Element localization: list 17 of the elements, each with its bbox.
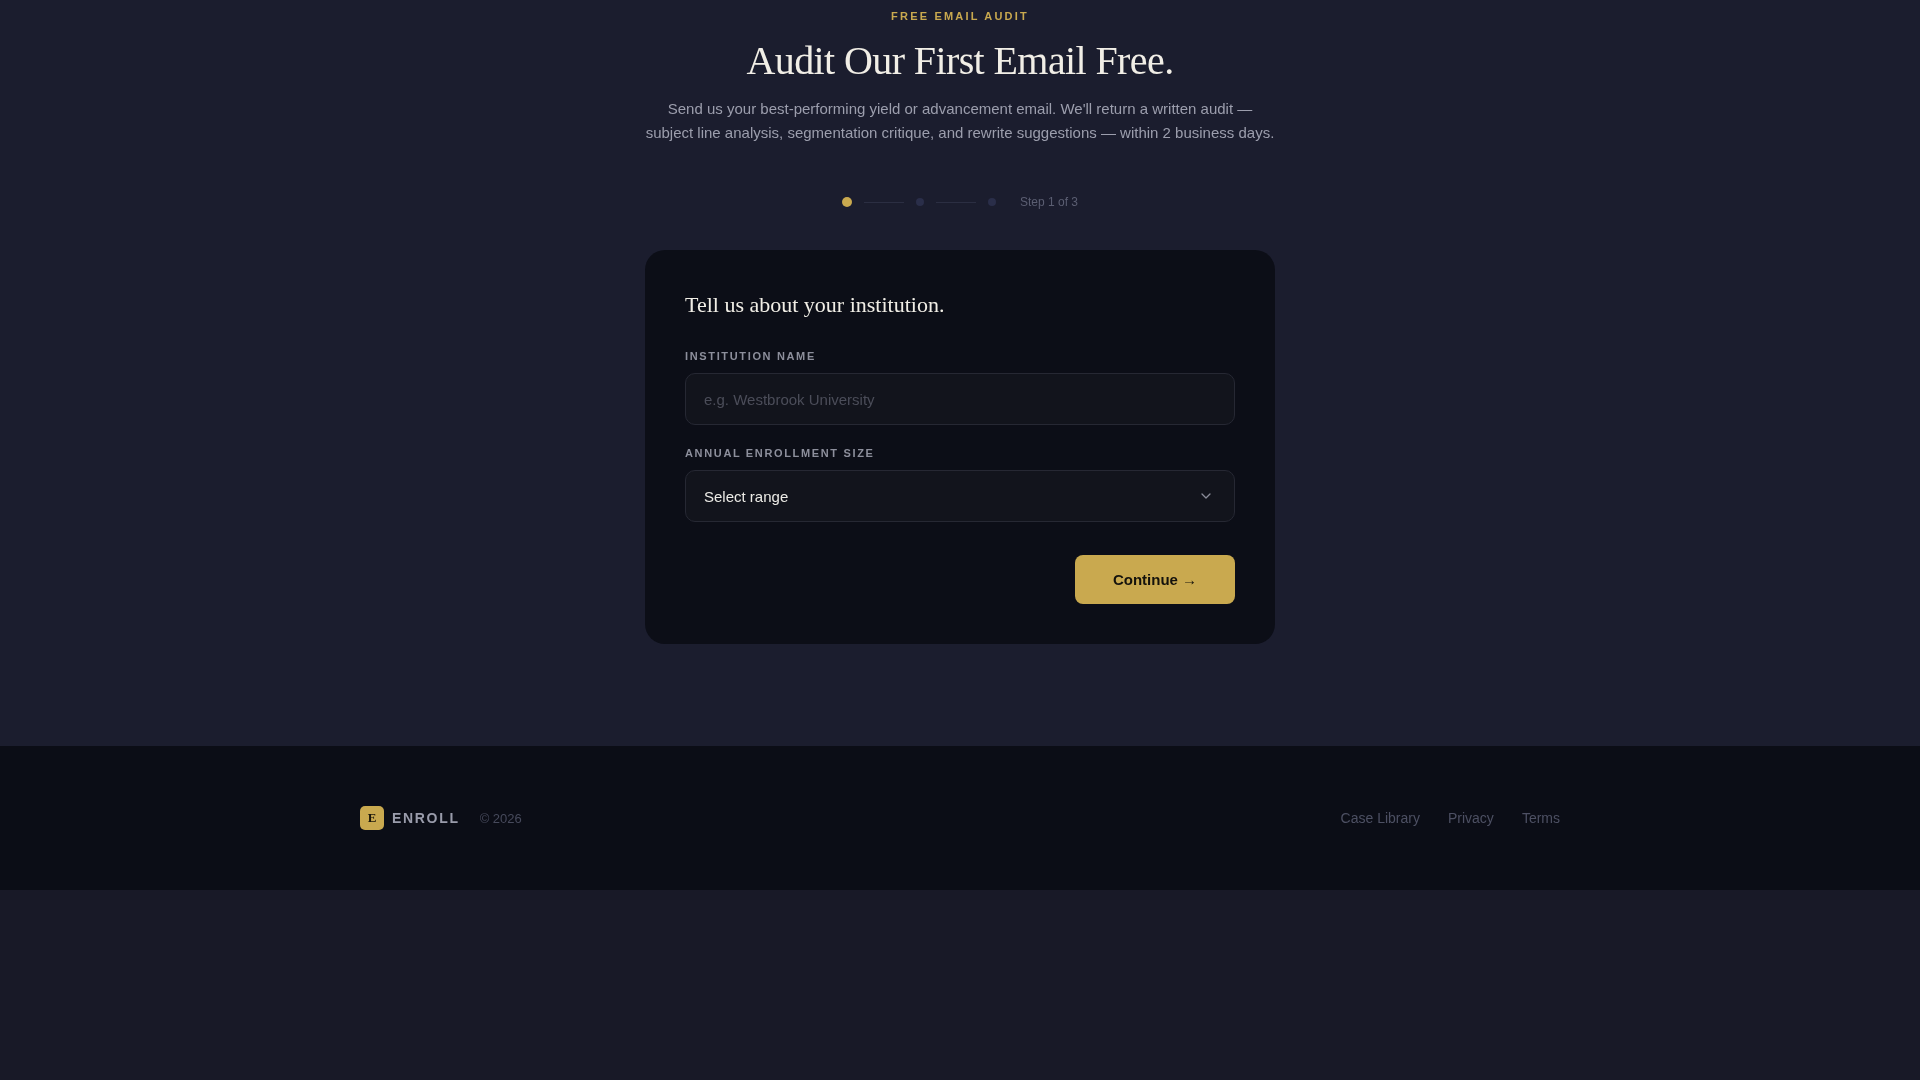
footer-link[interactable]: Case Library	[1340, 810, 1420, 826]
input-field[interactable]: e.g. Westbrook University	[685, 373, 1235, 425]
continue-button[interactable]: Continue →	[1075, 555, 1235, 604]
field-label: ANNUAL ENROLLMENT SIZE	[685, 446, 876, 460]
page-title: Audit Our First Email Free.	[746, 37, 1174, 85]
eyebrow-text: FREE EMAIL AUDIT	[891, 9, 1029, 23]
copyright-text: © 2026	[479, 810, 522, 826]
card-title: Tell us about your institution.	[685, 291, 946, 319]
dropdown[interactable]: Select range	[685, 470, 1235, 522]
logo-mark: E	[360, 806, 384, 830]
field-label: INSTITUTION NAME	[685, 349, 817, 363]
brand-name: ENROLL	[392, 810, 460, 826]
chevron-down-icon	[1201, 493, 1211, 499]
footer-link[interactable]: Terms	[1521, 810, 1560, 826]
step-label: Step 1 of 3	[1019, 195, 1078, 209]
footer-link[interactable]: Privacy	[1447, 810, 1494, 826]
page-subtitle: Send us your best-performing yield or advancement email. We'll return a written audit — subject line analysis, segmentation critique, and rewrite suggestions — within 2 business days.	[644, 99, 1276, 143]
